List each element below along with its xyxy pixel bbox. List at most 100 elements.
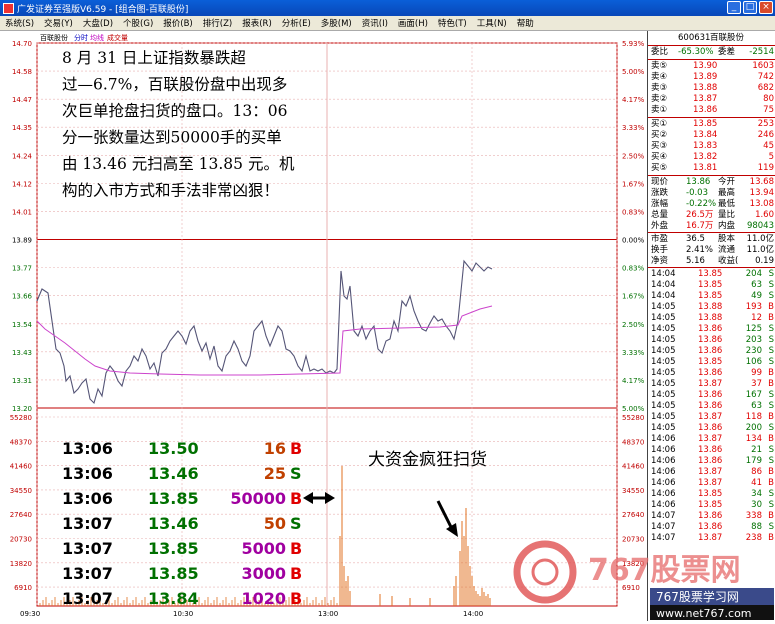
tick-side: S bbox=[768, 269, 774, 279]
trade-side: S bbox=[290, 464, 302, 483]
ask-price: 13.87 bbox=[693, 94, 718, 104]
maximize-button[interactable]: □ bbox=[743, 1, 757, 14]
tick-time: 14:05 bbox=[651, 324, 676, 334]
tick-volume: 99 bbox=[751, 368, 762, 378]
menu-item-10[interactable]: 画面(H) bbox=[393, 17, 433, 29]
stat-value2: 1.60 bbox=[755, 210, 774, 220]
fund-label: 换手 bbox=[651, 245, 669, 255]
menu-item-6[interactable]: 报表(R) bbox=[237, 17, 277, 29]
tick-side: S bbox=[768, 291, 774, 301]
fund-value: 5.16 bbox=[686, 256, 705, 266]
tick-row: 14:04 13.85 204 S bbox=[648, 269, 775, 280]
menu-item-9[interactable]: 资讯(I) bbox=[357, 17, 393, 29]
menu-item-12[interactable]: 工具(N) bbox=[472, 17, 512, 29]
fund-value2: 11.0亿 bbox=[746, 234, 774, 244]
ask-label: 卖① bbox=[651, 105, 668, 115]
bid-row: 买① 13.85 253 bbox=[648, 119, 775, 130]
ask-row: 卖④ 13.89 742 bbox=[648, 72, 775, 83]
menu-item-2[interactable]: 大盘(D) bbox=[78, 17, 118, 29]
volume-tick-label-right: 34550 bbox=[622, 487, 644, 495]
ask-price: 13.86 bbox=[693, 105, 718, 115]
bid-label: 买③ bbox=[651, 141, 668, 151]
tick-time: 14:04 bbox=[651, 269, 676, 279]
minimize-button[interactable]: _ bbox=[727, 1, 741, 14]
fundamental-row: 市盈 36.5 股本 11.0亿 bbox=[648, 234, 775, 245]
tick-volume: 193 bbox=[745, 302, 762, 312]
window-controls: _ □ × bbox=[727, 1, 773, 14]
tick-row: 14:06 13.86 179 S bbox=[648, 456, 775, 467]
volume-tick-label-right: 41460 bbox=[622, 463, 644, 471]
watermark-logo-inner bbox=[531, 558, 559, 586]
tick-row: 14:05 13.88 193 B bbox=[648, 302, 775, 313]
ask-price: 13.89 bbox=[693, 72, 718, 82]
ask-volume: 80 bbox=[763, 94, 774, 104]
tick-price: 13.86 bbox=[698, 511, 723, 521]
pct-tick-label: 5.93% bbox=[622, 40, 645, 48]
panel-divider bbox=[648, 232, 775, 233]
ask-row: 卖③ 13.88 682 bbox=[648, 83, 775, 94]
pct-tick-label: 0.83% bbox=[622, 208, 645, 216]
price-tick-label: 14.01 bbox=[12, 208, 32, 216]
stat-label2: 内盘 bbox=[718, 221, 736, 231]
bid-volume: 5 bbox=[768, 152, 774, 162]
menu-item-7[interactable]: 分析(E) bbox=[277, 17, 316, 29]
stock-name: 百联股份 bbox=[710, 33, 745, 43]
menu-item-13[interactable]: 帮助 bbox=[512, 17, 539, 29]
tick-time: 14:06 bbox=[651, 500, 676, 510]
trade-side: S bbox=[290, 514, 302, 533]
menu-item-1[interactable]: 交易(Y) bbox=[39, 17, 78, 29]
ask-volume: 1603 bbox=[752, 61, 774, 71]
ask-price: 13.88 bbox=[693, 83, 718, 93]
fund-value: 36.5 bbox=[686, 234, 705, 244]
tick-volume: 41 bbox=[751, 478, 762, 488]
stat-value2: 13.68 bbox=[749, 177, 774, 187]
trade-time: 13:06 bbox=[62, 464, 113, 483]
tick-side: S bbox=[768, 500, 774, 510]
pct-tick-label: 3.33% bbox=[622, 124, 645, 132]
tick-price: 13.86 bbox=[698, 390, 723, 400]
trade-time: 13:07 bbox=[62, 539, 113, 558]
tick-side: B bbox=[768, 302, 774, 312]
trade-side: B bbox=[290, 439, 302, 458]
trade-volume: 25 bbox=[264, 464, 286, 483]
tick-side: S bbox=[768, 401, 774, 411]
menu-item-3[interactable]: 个股(G) bbox=[118, 17, 158, 29]
menu-item-11[interactable]: 特色(T) bbox=[433, 17, 472, 29]
tick-time: 14:07 bbox=[651, 511, 676, 521]
pct-tick-label: 5.00% bbox=[622, 405, 645, 413]
fund-value: 2.41% bbox=[686, 245, 714, 255]
menu-item-8[interactable]: 多股(M) bbox=[316, 17, 357, 29]
ask-row: 卖① 13.86 75 bbox=[648, 105, 775, 116]
ask-volume: 682 bbox=[757, 83, 774, 93]
panel-divider bbox=[648, 45, 775, 46]
price-tick-label: 14.35 bbox=[12, 124, 32, 132]
order-ratio-row: 委比 -65.30% 委差 -2514 bbox=[648, 47, 775, 58]
tick-price: 13.87 bbox=[698, 434, 723, 444]
trade-time: 13:06 bbox=[62, 489, 113, 508]
chart-legend-volume: 成交量 bbox=[107, 33, 128, 42]
tick-price: 13.86 bbox=[698, 346, 723, 356]
menu-item-0[interactable]: 系统(S) bbox=[0, 17, 39, 29]
tick-time: 14:05 bbox=[651, 335, 676, 345]
tick-time: 14:06 bbox=[651, 456, 676, 466]
menu-item-5[interactable]: 排行(Z) bbox=[198, 17, 237, 29]
tick-side: S bbox=[768, 390, 774, 400]
close-button[interactable]: × bbox=[759, 1, 773, 14]
tick-side: S bbox=[768, 324, 774, 334]
tick-side: S bbox=[768, 489, 774, 499]
tick-time: 14:06 bbox=[651, 489, 676, 499]
watermark-sub: 767股票学习网 bbox=[656, 589, 739, 604]
price-tick-label: 14.12 bbox=[12, 180, 32, 188]
tick-price: 13.86 bbox=[698, 335, 723, 345]
trade-time: 13:06 bbox=[62, 439, 113, 458]
stat-label: 总量 bbox=[651, 210, 669, 220]
ask-row: 卖⑤ 13.90 1603 bbox=[648, 61, 775, 72]
volume-tick-label-right: 55280 bbox=[622, 414, 644, 422]
volume-tick-label: 27640 bbox=[10, 511, 32, 519]
ask-label: 卖④ bbox=[651, 72, 668, 82]
ratio-label: 委比 bbox=[651, 47, 669, 57]
tick-volume: 204 bbox=[745, 269, 762, 279]
menu-item-4[interactable]: 报价(B) bbox=[158, 17, 197, 29]
tick-volume: 63 bbox=[751, 401, 762, 411]
tick-price: 13.87 bbox=[698, 412, 723, 422]
